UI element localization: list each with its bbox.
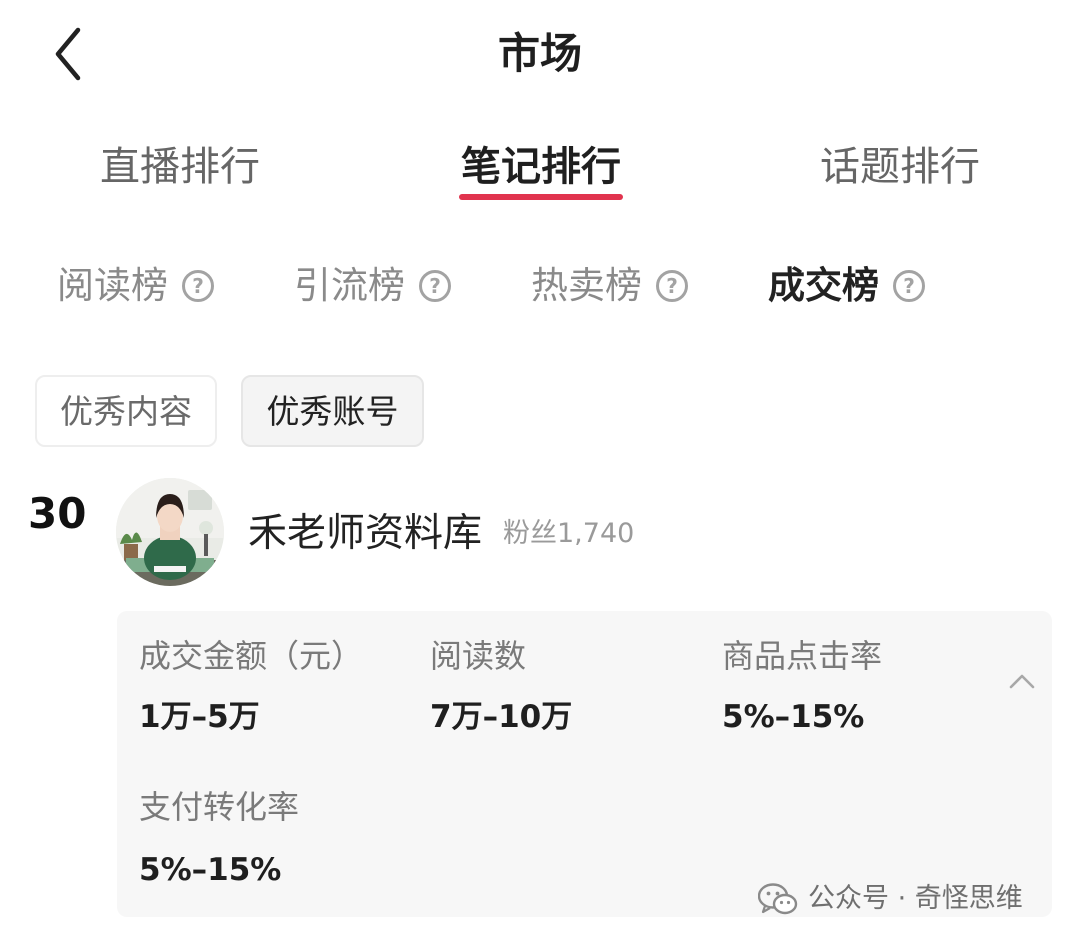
collapse-button[interactable]	[997, 661, 1047, 701]
stat-label-deal-amount: 成交金额（元）	[139, 637, 364, 675]
subtab-hot-sale-ranking[interactable]: 热卖榜 ?	[531, 258, 688, 314]
stat-label-pay-conversion: 支付转化率	[139, 788, 300, 826]
filter-chip-excellent-content[interactable]: 优秀内容	[35, 375, 217, 447]
account-name[interactable]: 禾老师资料库	[248, 508, 482, 560]
help-icon[interactable]: ?	[419, 270, 451, 302]
chevron-up-icon	[1009, 674, 1035, 689]
help-icon[interactable]: ?	[182, 270, 214, 302]
tab-topic-ranking[interactable]: 话题排行	[819, 134, 981, 200]
fans-count: 粉丝1,740	[503, 518, 635, 549]
subtab-deal-ranking[interactable]: 成交榜 ?	[768, 258, 925, 314]
filter-chip-excellent-account[interactable]: 优秀账号	[241, 375, 424, 447]
stat-value-click-rate: 5%–15%	[722, 699, 865, 735]
active-tab-indicator	[459, 194, 623, 200]
stat-label-read-count: 阅读数	[430, 637, 527, 675]
help-icon[interactable]: ?	[656, 270, 688, 302]
stat-value-read-count: 7万–10万	[430, 699, 573, 735]
page-title: 市场	[497, 29, 582, 78]
wechat-icon	[758, 883, 798, 915]
avatar-image	[116, 478, 224, 586]
subtab-label: 成交榜	[768, 264, 879, 307]
watermark: 公众号 · 奇怪思维	[758, 878, 1023, 920]
subtab-traffic-ranking[interactable]: 引流榜 ?	[294, 258, 451, 314]
subtab-label: 热卖榜	[531, 264, 642, 307]
market-page: 市场 直播排行 笔记排行 话题排行 阅读榜 ? 引流榜 ? 热卖榜 ? 成交榜 …	[0, 0, 1080, 940]
tab-note-ranking[interactable]: 笔记排行	[459, 134, 623, 200]
stat-label-click-rate: 商品点击率	[722, 637, 883, 675]
avatar[interactable]	[116, 478, 224, 586]
stat-value-deal-amount: 1万–5万	[139, 699, 260, 735]
tab-live-ranking[interactable]: 直播排行	[99, 134, 261, 200]
subtab-label: 引流榜	[294, 264, 405, 307]
watermark-text: 公众号 · 奇怪思维	[808, 883, 1023, 914]
stats-card: 成交金额（元） 1万–5万 阅读数 7万–10万 商品点击率 5%–15% 支付…	[117, 611, 1052, 917]
rank-number: 30	[28, 489, 87, 538]
help-icon[interactable]: ?	[893, 270, 925, 302]
subtab-label: 阅读榜	[57, 264, 168, 307]
stat-value-pay-conversion: 5%–15%	[139, 852, 282, 888]
subtab-read-ranking[interactable]: 阅读榜 ?	[57, 258, 214, 314]
